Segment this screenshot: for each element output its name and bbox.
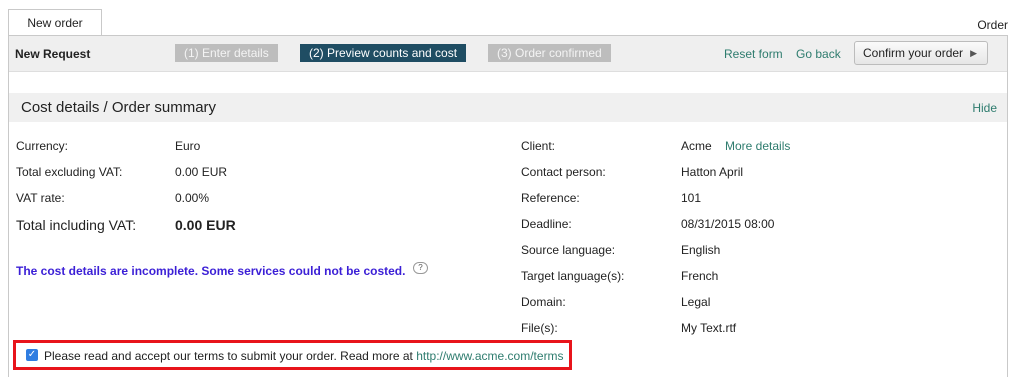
confirm-order-label: Confirm your order [863, 46, 964, 60]
currency-label: Currency: [16, 139, 69, 153]
target-language-label: Target language(s): [521, 269, 625, 283]
request-title: New Request [15, 47, 91, 61]
step-enter-details: (1) Enter details [175, 44, 278, 62]
play-arrow-icon: ▶ [970, 48, 977, 58]
contact-person-label: Contact person: [521, 165, 606, 179]
deadline-value: 08/31/2015 08:00 [681, 217, 775, 231]
vat-rate-label: VAT rate: [16, 191, 65, 205]
order-link[interactable]: Order [977, 18, 1008, 32]
section-header: Cost details / Order summary Hide [9, 93, 1007, 122]
terms-highlight-box: ✓ Please read and accept our terms to su… [13, 340, 572, 370]
step-order-confirmed: (3) Order confirmed [488, 44, 611, 62]
go-back-link[interactable]: Go back [796, 47, 841, 61]
accept-terms-checkbox[interactable]: ✓ [26, 349, 38, 361]
files-label: File(s): [521, 321, 558, 335]
hide-link[interactable]: Hide [972, 101, 997, 115]
content-frame [8, 35, 1008, 377]
section-title: Cost details / Order summary [21, 99, 217, 116]
client-value: Acme [681, 139, 712, 153]
cost-warning: The cost details are incomplete. Some se… [16, 264, 406, 278]
confirm-order-button[interactable]: Confirm your order ▶ [854, 41, 988, 65]
reference-label: Reference: [521, 191, 580, 205]
client-label: Client: [521, 139, 556, 153]
total-excl-vat-value: 0.00 EUR [175, 165, 228, 179]
tab-new-order[interactable]: New order [8, 9, 102, 35]
terms-message: Please read and accept our terms to subm… [44, 349, 417, 363]
deadline-label: Deadline: [521, 217, 572, 231]
reference-value: 101 [681, 191, 702, 205]
domain-label: Domain: [521, 295, 566, 309]
domain-value: Legal [681, 295, 711, 309]
currency-value: Euro [175, 139, 201, 153]
more-details-link[interactable]: More details [725, 139, 790, 153]
total-incl-vat-label: Total including VAT: [16, 217, 137, 233]
target-language-value: French [681, 269, 719, 283]
toolbar: New Request (1) Enter details (2) Previe… [9, 36, 1007, 72]
terms-link[interactable]: http://www.acme.com/terms [416, 349, 563, 363]
source-language-value: English [681, 243, 721, 257]
reset-form-link[interactable]: Reset form [724, 47, 783, 61]
step-preview-counts: (2) Preview counts and cost [300, 44, 467, 62]
files-value: My Text.rtf [681, 321, 737, 335]
source-language-label: Source language: [521, 243, 616, 257]
contact-person-value: Hatton April [681, 165, 744, 179]
terms-text: Please read and accept our terms to subm… [44, 349, 564, 363]
total-excl-vat-label: Total excluding VAT: [16, 165, 123, 179]
help-bubble-icon[interactable]: ? [413, 262, 428, 274]
vat-rate-value: 0.00% [175, 191, 210, 205]
total-incl-vat-value: 0.00 EUR [175, 217, 236, 233]
